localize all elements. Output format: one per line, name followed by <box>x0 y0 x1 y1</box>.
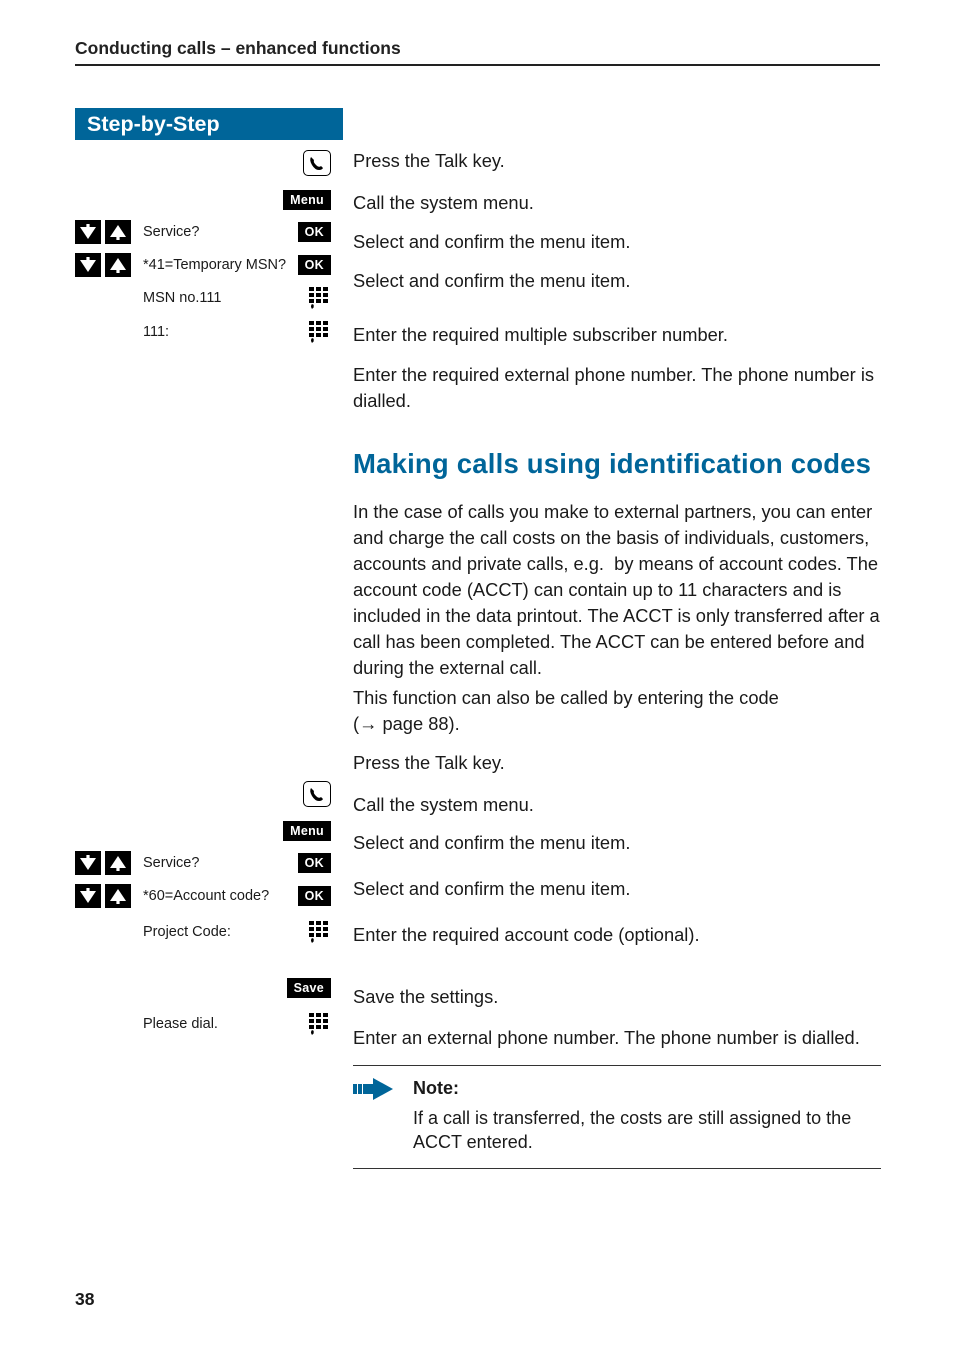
arrow-up-icon[interactable] <box>105 851 131 875</box>
display-please-dial: Please dial. <box>143 1012 307 1033</box>
menu-button[interactable]: Menu <box>283 190 331 210</box>
note-body: If a call is transferred, the costs are … <box>413 1106 881 1154</box>
menu-item-account-code: *60=Account code? <box>143 884 298 905</box>
content-column: Press the Talk key. Call the system menu… <box>353 148 881 1169</box>
step-desc-please-dial: Enter an external phone number. The phon… <box>353 1025 881 1051</box>
menu-item-service: Service? <box>143 220 298 241</box>
step-desc-msn-no: Enter the required multiple subscriber n… <box>353 322 881 348</box>
step-desc-talk-2: Press the Talk key. <box>353 750 881 776</box>
step-by-step-banner: Step-by-Step <box>75 108 343 140</box>
intro-paragraph-2: This function can also be called by ente… <box>353 685 881 737</box>
ok-button[interactable]: OK <box>298 886 331 906</box>
header-rule <box>75 64 880 66</box>
step-desc-service-2: Select and confirm the menu item. <box>353 830 881 856</box>
display-dial-number: 111: <box>143 320 307 341</box>
steps-column: Menu Service? OK *41=Temporary MSN? OK M… <box>75 150 331 1045</box>
section-heading-identification-codes: Making calls using identification codes <box>353 446 881 481</box>
page-header: Conducting calls – enhanced functions <box>75 38 401 59</box>
save-button[interactable]: Save <box>287 978 331 998</box>
step-desc-talk: Press the Talk key. <box>353 148 881 174</box>
step-desc-menu: Call the system menu. <box>353 190 881 216</box>
note-arrow-icon <box>353 1078 393 1100</box>
intro-paragraph-1: In the case of calls you make to externa… <box>353 499 881 681</box>
keypad-icon <box>307 286 331 310</box>
arrow-up-icon[interactable] <box>105 220 131 244</box>
step-desc-proj: Enter the required account code (optiona… <box>353 922 881 948</box>
menu-item-service: Service? <box>143 851 298 872</box>
display-project-code: Project Code: <box>143 920 307 941</box>
arrow-up-icon[interactable] <box>105 884 131 908</box>
arrow-down-icon[interactable] <box>75 884 101 908</box>
step-desc-dial: Enter the required external phone number… <box>353 362 881 414</box>
step-desc-save: Save the settings. <box>353 984 881 1010</box>
menu-item-temp-msn: *41=Temporary MSN? <box>143 253 298 274</box>
keypad-icon <box>307 1012 331 1036</box>
arrow-up-icon[interactable] <box>105 253 131 277</box>
step-desc-acct: Select and confirm the menu item. <box>353 876 881 902</box>
step-desc-menu-2: Call the system menu. <box>353 792 881 818</box>
arrow-down-icon[interactable] <box>75 220 101 244</box>
ok-button[interactable]: OK <box>298 853 331 873</box>
note-title: Note: <box>413 1076 881 1100</box>
menu-button[interactable]: Menu <box>283 821 331 841</box>
keypad-icon <box>307 320 331 344</box>
ok-button[interactable]: OK <box>298 255 331 275</box>
keypad-icon <box>307 920 331 944</box>
ok-button[interactable]: OK <box>298 222 331 242</box>
note-block: Note: If a call is transferred, the cost… <box>353 1065 881 1169</box>
arrow-down-icon[interactable] <box>75 253 101 277</box>
step-desc-service: Select and confirm the menu item. <box>353 229 881 255</box>
talk-key-icon <box>303 781 331 807</box>
page-number: 38 <box>75 1289 94 1310</box>
step-desc-temp-msn: Select and confirm the menu item. <box>353 268 881 294</box>
page-ref-link[interactable]: → page 88). <box>359 713 460 734</box>
display-msn-no: MSN no.111 <box>143 286 307 307</box>
talk-key-icon <box>303 150 331 176</box>
arrow-down-icon[interactable] <box>75 851 101 875</box>
